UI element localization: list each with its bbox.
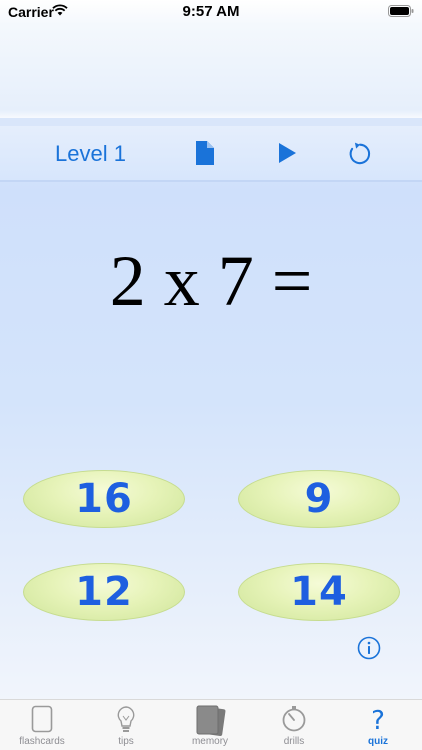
level-button[interactable]: Level 1 xyxy=(55,141,126,167)
question-icon: ? xyxy=(371,706,385,733)
tab-memory[interactable]: memory xyxy=(168,700,252,750)
status-bar: Carrier 9:57 AM xyxy=(0,0,422,26)
tab-label-tips: tips xyxy=(118,736,134,747)
tab-label-memory: memory xyxy=(191,736,229,747)
tab-drills[interactable]: drills xyxy=(252,700,336,750)
clock-time: 9:57 AM xyxy=(182,3,240,20)
battery-icon xyxy=(388,5,414,17)
tab-quiz[interactable]: ? quiz xyxy=(336,700,420,750)
stopwatch-icon xyxy=(282,706,306,732)
answer-button-2[interactable]: 9 xyxy=(238,470,400,528)
cards-stack-icon xyxy=(196,705,226,736)
tab-label-flashcards: flashcards xyxy=(19,736,65,747)
reload-icon[interactable] xyxy=(348,140,372,166)
answer-button-1[interactable]: 16 xyxy=(23,470,185,528)
info-icon[interactable] xyxy=(357,636,381,660)
tab-tips[interactable]: tips xyxy=(84,700,168,750)
play-icon[interactable] xyxy=(275,140,299,166)
answer-button-3[interactable]: 12 xyxy=(23,563,185,621)
lightbulb-icon xyxy=(117,706,135,732)
answer-button-4[interactable]: 14 xyxy=(238,563,400,621)
tab-label-drills: drills xyxy=(283,736,305,747)
question-equation: 2 x 7 = xyxy=(109,241,313,321)
tab-flashcards[interactable]: flashcards xyxy=(0,700,84,750)
tab-bar: flashcards tips memory drills ? quiz xyxy=(0,699,422,750)
svg-text:?: ? xyxy=(371,706,385,733)
toolbar-divider xyxy=(0,118,422,126)
tab-label-quiz: quiz xyxy=(368,736,388,747)
flashcards-icon xyxy=(31,705,53,733)
document-icon[interactable] xyxy=(193,140,217,166)
